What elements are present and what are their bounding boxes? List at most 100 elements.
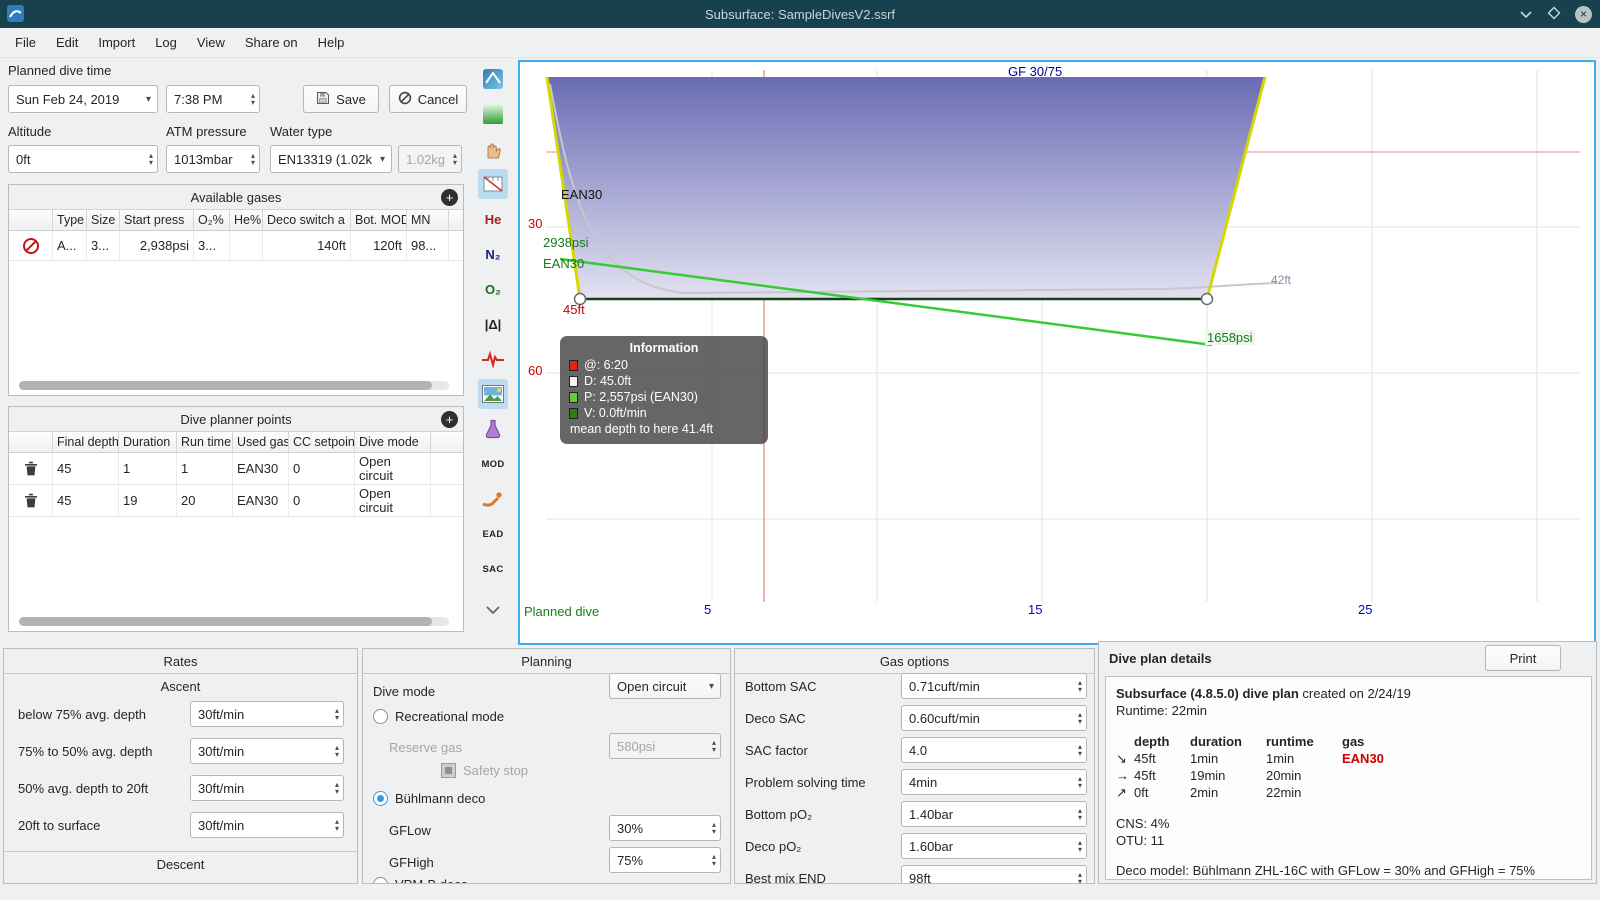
scroll-more-icon[interactable] [478,598,508,622]
mod-icon[interactable]: MOD [478,449,508,479]
col-cc-setpoint[interactable]: CC setpoint [289,432,355,452]
spin-down-icon[interactable] [335,788,339,795]
spin-down-icon[interactable] [1078,814,1082,821]
spin-down-icon[interactable] [1078,846,1082,853]
dive-time-spinner[interactable]: 7:38 PM [166,85,260,113]
buhlmann-deco-radio[interactable]: Bühlmann deco [373,791,485,806]
spin-down-icon[interactable] [712,828,716,835]
save-button[interactable]: Save [303,85,379,113]
col-deco-switch[interactable]: Deco switch a [263,210,351,230]
maximize-icon[interactable] [1547,6,1561,23]
safety-stop-checkbox: Safety stop [441,763,528,778]
menu-log[interactable]: Log [145,30,187,55]
rate-label: 75% to 50% avg. depth [18,744,153,759]
pp-n2-icon[interactable]: N₂ [478,239,508,269]
col-bot-mod[interactable]: Bot. MOD [351,210,407,230]
water-type-combo[interactable]: EN13319 (1.02k [270,145,392,173]
col-dive-mode[interactable]: Dive mode [355,432,431,452]
gfhigh-spinner[interactable]: 75% [609,847,721,873]
spin-down-icon[interactable] [1078,782,1082,789]
dc-data-icon[interactable]: |Δ| [478,309,508,339]
sac-icon[interactable]: SAC [478,554,508,584]
col-mnd[interactable]: MN [407,210,449,230]
hand-icon[interactable] [478,134,508,164]
planner-point-row[interactable]: 45 1 1 EAN30 0 Open circuit [9,453,463,485]
ascent-rate-spinner-50[interactable]: 30ft/min [190,738,344,764]
cancel-icon [398,91,412,108]
dive-profile-chart[interactable]: GF 30/75 30 60 5 15 25 Planned dive EAN3… [518,60,1596,645]
spin-down-icon[interactable] [251,99,255,106]
menu-help[interactable]: Help [308,30,355,55]
col-used-gas[interactable]: Used gas [233,432,289,452]
diver-icon[interactable] [478,484,508,514]
minimize-icon[interactable] [1519,7,1533,22]
menu-import[interactable]: Import [88,30,145,55]
tissues-icon[interactable] [478,414,508,444]
best-mix-end-spinner[interactable]: 98ft [901,865,1087,883]
spin-down-icon[interactable] [1078,686,1082,693]
menu-share-on[interactable]: Share on [235,30,308,55]
ruler-icon[interactable] [478,169,508,199]
problem-solving-time-spinner[interactable]: 4min [901,769,1087,795]
col-run-time[interactable]: Run time [177,432,233,452]
vpmb-deco-radio[interactable]: VPM-B deco [373,877,468,883]
titlebar[interactable]: Subsurface: SampleDivesV2.ssrf × [0,0,1600,28]
gases-hscrollbar[interactable] [19,381,449,390]
col-o2[interactable]: O₂% [194,210,230,230]
deco-po2-spinner[interactable]: 1.60bar [901,833,1087,859]
close-icon[interactable]: × [1575,5,1592,23]
gas-row[interactable]: A... 3... 2,938psi 3... 140ft 120ft 98..… [9,231,463,261]
atm-pressure-spinner[interactable]: 1013mbar [166,145,260,173]
add-gas-button[interactable]: + [441,189,458,206]
col-final-depth[interactable]: Final depth [53,432,119,452]
menu-edit[interactable]: Edit [46,30,88,55]
dive-mode-combo[interactable]: Open circuit [609,673,721,699]
col-he[interactable]: He% [230,210,263,230]
spin-down-icon[interactable] [1078,718,1082,725]
ascent-rate-spinner-75[interactable]: 30ft/min [190,701,344,727]
ceiling-icon[interactable] [478,99,508,129]
pp-o2-icon[interactable]: O₂ [478,274,508,304]
spin-down-icon[interactable] [1078,878,1082,883]
bottom-po2-spinner[interactable]: 1.40bar [901,801,1087,827]
ascent-rate-spinner-20ft[interactable]: 30ft/min [190,775,344,801]
spin-down-icon[interactable] [149,159,153,166]
photos-icon[interactable] [478,379,508,409]
ead-icon[interactable]: EAD [478,519,508,549]
recreational-mode-radio[interactable]: Recreational mode [373,709,504,724]
deco-sac-spinner[interactable]: 0.60cuft/min [901,705,1087,731]
pp-he-icon[interactable]: He [478,204,508,234]
menu-file[interactable]: File [5,30,46,55]
col-duration[interactable]: Duration [119,432,177,452]
ascent-rate-spinner-surface[interactable]: 30ft/min [190,812,344,838]
remove-gas-icon[interactable] [9,231,53,260]
add-point-button[interactable]: + [441,411,458,428]
menu-view[interactable]: View [187,30,235,55]
dive-date-combo[interactable]: Sun Feb 24, 2019 [8,85,158,113]
heart-rate-icon[interactable] [478,344,508,374]
gflow-spinner[interactable]: 30% [609,815,721,841]
spin-down-icon[interactable] [335,825,339,832]
best-mix-end-label: Best mix END [745,871,826,884]
col-type[interactable]: Type [53,210,87,230]
spin-down-icon[interactable] [712,860,716,867]
print-button[interactable]: Print [1485,645,1561,671]
trash-icon[interactable] [9,453,53,484]
spin-down-icon[interactable] [1078,750,1082,757]
points-hscrollbar[interactable] [19,617,449,626]
planner-point-row[interactable]: 45 19 20 EAN30 0 Open circuit [9,485,463,517]
altitude-spinner[interactable]: 0ft [8,145,158,173]
col-start-press[interactable]: Start press [120,210,194,230]
dive-point-handle[interactable] [1200,292,1214,306]
trash-icon[interactable] [9,485,53,516]
dive-computer-icon[interactable] [478,64,508,94]
chevron-down-icon [703,681,720,692]
otu-line: OTU: 11 [1116,833,1165,848]
spin-down-icon[interactable] [335,714,339,721]
bottom-sac-spinner[interactable]: 0.71cuft/min [901,673,1087,699]
spin-down-icon[interactable] [251,159,255,166]
col-size[interactable]: Size [87,210,120,230]
spin-down-icon[interactable] [335,751,339,758]
sac-factor-spinner[interactable]: 4.0 [901,737,1087,763]
cancel-button[interactable]: Cancel [389,85,467,113]
